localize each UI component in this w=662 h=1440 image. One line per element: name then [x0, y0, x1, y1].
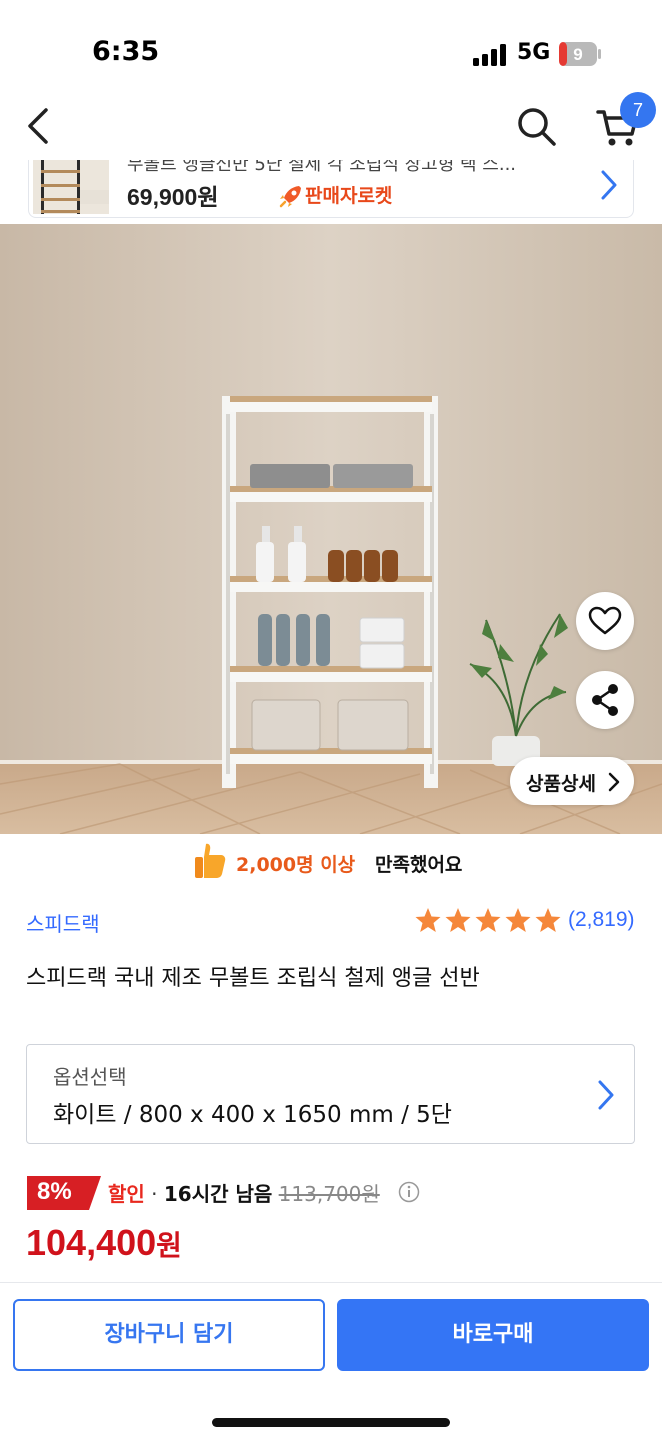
chevron-right-icon — [608, 772, 620, 792]
chevron-right-icon — [598, 1080, 614, 1110]
discount-rate: 8% — [37, 1178, 72, 1205]
satisfaction-count: 2,000명 이상 — [236, 854, 356, 876]
cart-count-badge: 7 — [620, 92, 656, 128]
related-product-title: 무볼트 앵글선반 5단 철제 각 조립식 창고형 랙 스... — [127, 160, 517, 175]
rocket-icon — [279, 186, 301, 208]
discount-info: 할인 · 16시간 남음 113,700원 — [108, 1178, 380, 1207]
signal-icon — [473, 44, 506, 66]
related-product-thumbnail — [33, 160, 109, 214]
satisfaction-text: 만족했어요 — [375, 854, 463, 876]
sale-label: 할인 — [108, 1182, 145, 1206]
status-bar: 6:35 5G 9 — [0, 0, 662, 100]
battery-icon: 9 — [559, 42, 601, 66]
info-icon[interactable] — [398, 1181, 420, 1203]
thumbs-up-icon — [195, 843, 226, 878]
related-product-price: 69,900원 — [127, 184, 219, 210]
brand-link[interactable]: 스피드랙 — [26, 908, 100, 937]
search-icon[interactable] — [512, 102, 560, 150]
review-count[interactable]: (2,819) — [568, 908, 635, 932]
network-type: 5G — [517, 40, 551, 65]
final-price: 104,400원 — [26, 1222, 182, 1264]
final-price-number: 104,400 — [26, 1222, 157, 1263]
product-detail-button[interactable]: 상품상세 — [510, 757, 634, 805]
seller-rocket-badge: 판매자로켓 — [305, 185, 393, 207]
related-product-banner[interactable]: 무볼트 앵글선반 5단 철제 각 조립식 창고형 랙 스... 69,900원 … — [28, 160, 634, 218]
heart-icon — [588, 606, 622, 635]
add-to-cart-button[interactable]: 장바구니 담기 — [13, 1299, 325, 1371]
battery-level: 9 — [573, 45, 582, 64]
discount-badge: 8% — [27, 1176, 101, 1210]
home-indicator[interactable] — [212, 1418, 450, 1427]
rating-stars[interactable] — [414, 906, 564, 936]
bottom-action-bar: 장바구니 담기 바로구매 — [0, 1282, 662, 1440]
product-title: 스피드랙 국내 제조 무볼트 조립식 철제 앵글 선반 — [26, 966, 480, 991]
option-selector[interactable]: 옵션선택 화이트 / 800 x 400 x 1650 mm / 5단 — [26, 1044, 635, 1144]
product-detail-label: 상품상세 — [526, 773, 596, 795]
chevron-right-icon — [601, 170, 617, 200]
separator: · — [151, 1182, 158, 1206]
final-price-unit: 원 — [156, 1230, 182, 1261]
original-price: 113,700원 — [278, 1182, 380, 1206]
status-time: 6:35 — [92, 36, 160, 67]
back-icon[interactable] — [22, 104, 62, 148]
product-image[interactable]: 상품상세 — [0, 224, 662, 834]
option-label: 옵션선택 — [53, 1065, 127, 1089]
buy-now-button[interactable]: 바로구매 — [337, 1299, 649, 1371]
wishlist-button[interactable] — [576, 592, 634, 650]
time-remaining: 16시간 남음 — [163, 1182, 273, 1206]
share-icon — [592, 684, 618, 716]
option-value: 화이트 / 800 x 400 x 1650 mm / 5단 — [53, 1102, 452, 1128]
share-button[interactable] — [576, 671, 634, 729]
product-photo-scene — [0, 224, 662, 834]
